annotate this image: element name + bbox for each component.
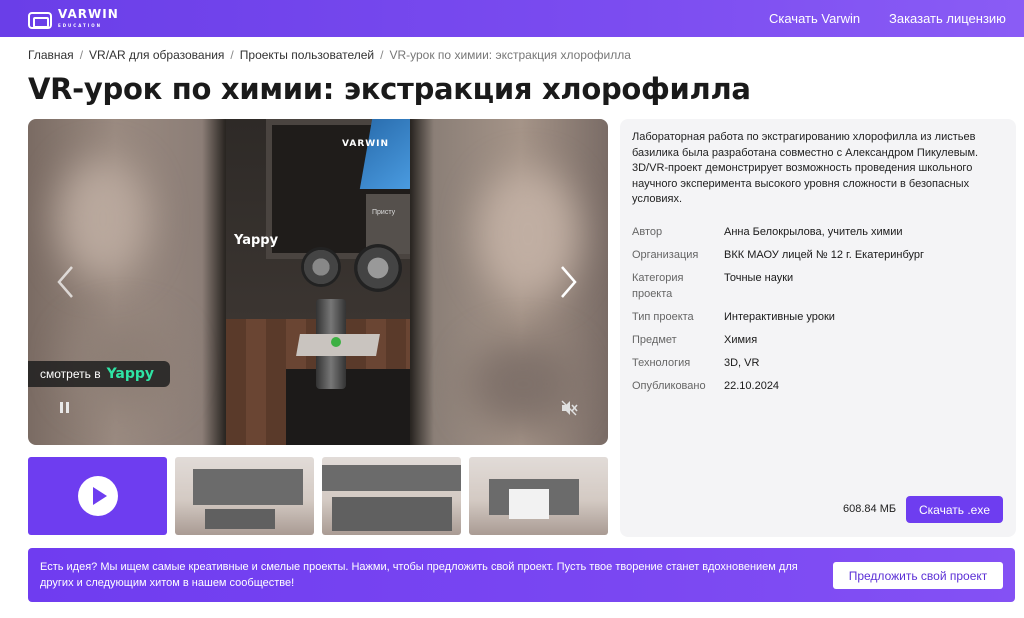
- meta-value: ВКК МАОУ лицей № 12 г. Екатеринбург: [724, 249, 925, 261]
- breadcrumb-separator: /: [380, 48, 384, 62]
- video-brand-watermark: VARWIN: [342, 139, 390, 149]
- meta-value: Точные науки: [724, 272, 794, 284]
- banner-text: Есть идея? Мы ищем самые креативные и см…: [40, 561, 798, 589]
- next-arrow-icon[interactable]: [556, 264, 580, 300]
- meta-row-organization: Организация ВКК МАОУ лицей № 12 г. Екате…: [632, 248, 1012, 264]
- file-size: 608.84 МБ: [843, 503, 897, 515]
- project-metadata: Автор Анна Белокрылова, учитель химии Ор…: [632, 225, 1012, 402]
- breadcrumb-vr-ar-education[interactable]: VR/AR для образования: [89, 48, 224, 62]
- meta-key: Технология: [632, 356, 691, 369]
- meta-row-project-type: Тип проекта Интерактивные уроки: [632, 310, 1012, 326]
- meta-key: Предмет: [632, 333, 677, 346]
- play-icon: [77, 476, 118, 516]
- meta-value: 3D, VR: [724, 356, 760, 369]
- download-exe-button[interactable]: Скачать .exe: [906, 496, 1003, 523]
- propose-project-button[interactable]: Предложить свой проект: [833, 562, 1003, 589]
- meta-value: Интерактивные уроки: [724, 310, 835, 323]
- meta-row-author: Автор Анна Белокрылова, учитель химии: [632, 225, 1012, 241]
- breadcrumb-user-projects[interactable]: Проекты пользователей: [240, 48, 374, 62]
- watch-label: смотреть в: [40, 367, 101, 381]
- project-description: Лабораторная работа по экстрагированию х…: [632, 131, 979, 205]
- varwin-logo-icon: [28, 11, 52, 29]
- video-player[interactable]: Присту VARWIN Yappy смотреть в Yappy: [28, 119, 608, 445]
- meta-value: Анна Белокрылова, учитель химии: [724, 226, 903, 238]
- breadcrumb-separator: /: [79, 48, 84, 62]
- project-info-panel: Лабораторная работа по экстрагированию х…: [620, 119, 1016, 537]
- breadcrumb-home[interactable]: Главная: [28, 48, 74, 62]
- previous-arrow-icon[interactable]: [54, 264, 78, 300]
- yappy-watermark: Yappy: [234, 233, 279, 248]
- thumbnail-video[interactable]: [28, 457, 167, 535]
- meta-key: Тип проекта: [632, 310, 694, 323]
- meta-row-technology: Технология 3D, VR: [632, 356, 1012, 372]
- meta-row-published: Опубликовано 22.10.2024: [632, 379, 1012, 395]
- logo-text: VARWIN: [58, 7, 119, 21]
- meta-value: 22.10.2024: [724, 379, 780, 392]
- meta-row-subject: Предмет Химия: [632, 333, 1012, 349]
- breadcrumb-current: VR-урок по химии: экстракция хлорофилла: [389, 48, 631, 62]
- meta-key: Опубликовано: [632, 379, 706, 392]
- varwin-logo[interactable]: VARWIN EDUCATION: [28, 7, 119, 31]
- mute-icon[interactable]: [560, 399, 578, 417]
- thumbnail-strip: [28, 457, 608, 535]
- page-title: VR-урок по химии: экстракция хлорофилла: [28, 72, 751, 106]
- thumbnail-image[interactable]: [322, 457, 461, 535]
- propose-project-banner[interactable]: Есть идея? Мы ищем самые креативные и см…: [28, 548, 1015, 602]
- nav-download-varwin[interactable]: Скачать Varwin: [769, 11, 860, 26]
- thumbnail-image[interactable]: [469, 457, 608, 535]
- yappy-brand: Yappy: [106, 366, 155, 382]
- meta-key: Автор: [632, 226, 663, 238]
- watch-in-yappy-button[interactable]: смотреть в Yappy: [28, 361, 170, 387]
- breadcrumb: Главная / VR/AR для образования / Проект…: [28, 48, 631, 62]
- video-frame: Присту VARWIN Yappy: [226, 119, 410, 445]
- thumbnail-image[interactable]: [175, 457, 314, 535]
- meta-key: Категория проекта: [632, 272, 684, 300]
- logo-subtitle: EDUCATION: [58, 23, 102, 28]
- meta-key: Организация: [632, 249, 699, 261]
- top-navigation-bar: VARWIN EDUCATION Скачать Varwin Заказать…: [0, 0, 1024, 37]
- breadcrumb-separator: /: [230, 48, 234, 62]
- meta-row-category: Категория проекта Точные науки: [632, 271, 1012, 302]
- background-blur: [58, 159, 148, 279]
- nav-order-license[interactable]: Заказать лицензию: [889, 11, 1006, 26]
- scene-panel-text: Присту: [372, 209, 396, 216]
- meta-value: Химия: [724, 333, 758, 346]
- pause-icon[interactable]: [60, 402, 72, 414]
